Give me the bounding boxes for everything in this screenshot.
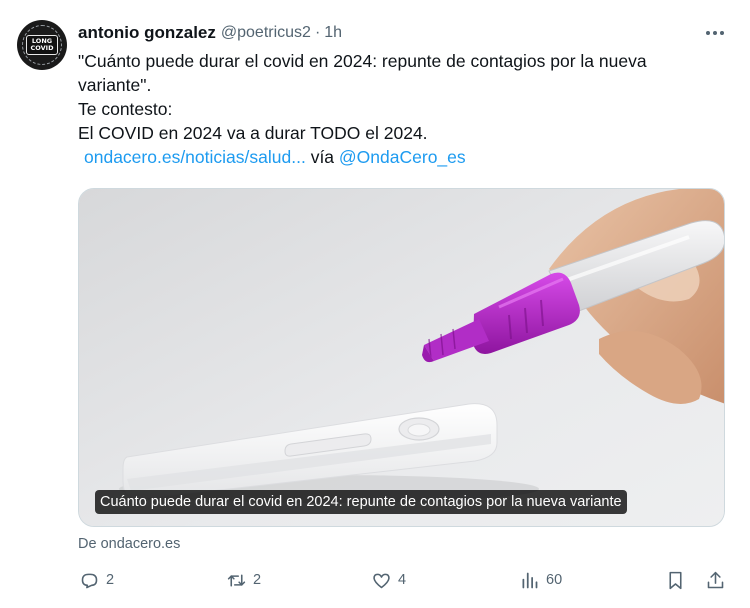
covid-test-image	[79, 189, 724, 526]
timestamp[interactable]: 1h	[324, 24, 342, 42]
bookmark-icon	[669, 571, 682, 589]
heart-icon	[373, 573, 390, 588]
analytics-icon	[522, 572, 538, 588]
action-bar: 2 2 4 60	[0, 566, 750, 594]
reply-count: 2	[106, 572, 115, 588]
avatar[interactable]: LONG COVID	[17, 20, 67, 70]
separator-dot: ·	[314, 24, 321, 41]
views-button[interactable]: 60	[519, 566, 562, 594]
user-handle[interactable]: @poetricus2	[221, 24, 311, 42]
tweet-text-line2: variante".	[78, 75, 152, 95]
mention-link[interactable]: @OndaCero_es	[339, 147, 466, 167]
card-caption: Cuánto puede durar el covid en 2024: rep…	[95, 490, 627, 514]
tweet-link-line: ondacero.es/noticias/salud... vía @OndaC…	[78, 145, 718, 169]
repost-count: 2	[253, 572, 262, 588]
repost-icon	[227, 573, 246, 587]
reply-icon	[81, 573, 98, 588]
like-count: 4	[398, 572, 407, 588]
card-source[interactable]: De ondacero.es	[78, 536, 180, 552]
long-covid-avatar-icon: LONG COVID	[26, 35, 58, 55]
avatar-text-line2: COVID	[30, 44, 54, 52]
tweet-header: antonio gonzalez @poetricus2 · 1h	[78, 22, 342, 44]
tweet[interactable]: LONG COVID antonio gonzalez @poetricus2 …	[0, 0, 750, 608]
like-button[interactable]: 4	[371, 566, 406, 594]
bookmark-button[interactable]	[665, 566, 686, 594]
more-horizontal-icon	[706, 31, 724, 35]
more-options-button[interactable]	[704, 24, 726, 42]
share-button[interactable]	[705, 566, 726, 594]
display-name[interactable]: antonio gonzalez	[78, 23, 216, 43]
tweet-text: "Cuánto puede durar el covid en 2024: re…	[78, 49, 718, 169]
article-link[interactable]: ondacero.es/noticias/salud...	[84, 147, 306, 167]
share-icon	[707, 571, 724, 588]
reply-button[interactable]: 2	[79, 566, 114, 594]
repost-button[interactable]: 2	[226, 566, 261, 594]
via-text: vía	[310, 147, 335, 167]
tweet-text-line1: "Cuánto puede durar el covid en 2024: re…	[78, 51, 647, 71]
link-card[interactable]: Cuánto puede durar el covid en 2024: rep…	[78, 188, 725, 527]
view-count: 60	[546, 572, 563, 588]
tweet-text-line3: Te contesto:	[78, 99, 173, 119]
tweet-text-line4: El COVID en 2024 va a durar TODO el 2024…	[78, 123, 428, 143]
